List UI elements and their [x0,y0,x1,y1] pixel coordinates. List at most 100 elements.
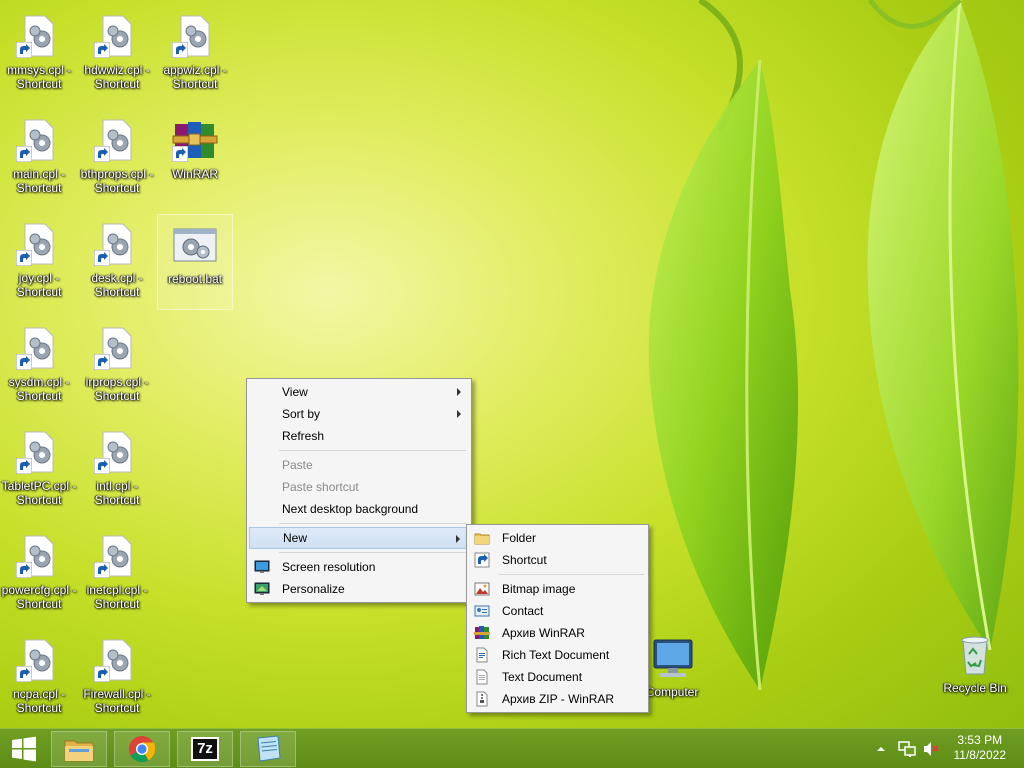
taskbar-notepad[interactable] [240,731,296,767]
icon-label: Firewall.cpl - Shortcut [83,687,151,715]
shortcut-arrow-icon [94,458,110,474]
cpl-file-icon [15,532,63,580]
menu-label: Contact [502,604,544,618]
file-explorer-icon [64,740,94,762]
menu-item-personalize[interactable]: Personalize [249,578,469,600]
submenu-item-zip-archive[interactable]: Архив ZIP - WinRAR [469,688,646,710]
shortcut-arrow-icon [172,146,188,162]
desktop-icon-winrar[interactable]: WinRAR [157,110,233,206]
start-button[interactable] [0,729,48,768]
menu-separator [279,450,467,451]
network-icon[interactable] [898,740,916,758]
menu-separator [499,574,644,575]
show-hidden-icons-chevron-icon[interactable] [876,744,886,754]
menu-label: New [283,531,308,545]
desktop-icon-desk[interactable]: desk.cpl - Shortcut [79,214,155,310]
system-clock[interactable]: 3:53 PM 11/8/2022 [954,733,1007,763]
menu-item-next-desktop-background[interactable]: Next desktop background [249,498,469,520]
desktop-icon-inetcpl[interactable]: inetcpl.cpl - Shortcut [79,526,155,622]
menu-label: Архив ZIP - WinRAR [502,692,615,706]
bitmap-image-icon [474,582,490,596]
icon-label: WinRAR [171,167,218,181]
submenu-arrow-icon [457,410,461,418]
menu-item-sort-by[interactable]: Sort by [249,403,469,425]
folder-icon [474,533,490,545]
submenu-arrow-icon [456,535,460,543]
cpl-file-icon [93,12,141,60]
submenu-item-winrar-archive[interactable]: Архив WinRAR [469,622,646,644]
icon-label: inetcpl.cpl - Shortcut [86,583,148,611]
submenu-item-rich-text-document[interactable]: Rich Text Document [469,644,646,666]
desktop-icon-hdwwiz[interactable]: hdwwiz.cpl - Shortcut [79,6,155,102]
icon-label: hdwwiz.cpl - Shortcut [84,63,150,91]
volume-muted-icon[interactable] [922,740,940,758]
submenu-item-bitmap-image[interactable]: Bitmap image [469,578,646,600]
icon-label: sysdm.cpl - Shortcut [8,375,70,403]
menu-separator [279,552,467,553]
computer-monitor-icon [648,634,696,682]
cpl-file-icon [93,220,141,268]
desktop-context-menu: View Sort by Refresh Paste Paste shortcu… [246,378,472,603]
shortcut-arrow-icon [94,250,110,266]
new-submenu: Folder Shortcut Bitmap image Contact Арх… [466,524,649,713]
taskbar-chrome[interactable] [114,731,170,767]
desktop-icon-bthprops[interactable]: bthprops.cpl - Shortcut [79,110,155,206]
recycle-bin-icon [951,630,999,678]
cpl-file-icon [15,324,63,372]
taskbar-file-explorer[interactable] [51,731,107,767]
batch-file-icon [171,221,219,269]
menu-label: Bitmap image [502,582,576,596]
shortcut-arrow-icon [474,552,490,568]
desktop-icon-reboot-bat[interactable]: reboot.bat [157,214,233,310]
shortcut-arrow-icon [16,458,32,474]
chrome-icon [129,736,156,763]
icon-label: joy.cpl - Shortcut [16,271,62,299]
desktop-icon-firewall[interactable]: Firewall.cpl - Shortcut [79,630,155,726]
notepad-icon [257,735,281,762]
desktop-icon-ncpa[interactable]: ncpa.cpl - Shortcut [1,630,77,726]
desktop-icon-sysdm[interactable]: sysdm.cpl - Shortcut [1,318,77,414]
submenu-item-folder[interactable]: Folder [469,527,646,549]
shortcut-arrow-icon [94,666,110,682]
shortcut-arrow-icon [94,562,110,578]
submenu-item-text-document[interactable]: Text Document [469,666,646,688]
contact-card-icon [474,605,490,617]
shortcut-arrow-icon [16,42,32,58]
menu-item-screen-resolution[interactable]: Screen resolution [249,556,469,578]
cpl-file-icon [93,636,141,684]
rich-text-document-icon [476,647,488,663]
icon-label: irprops.cpl - Shortcut [85,375,149,403]
submenu-arrow-icon [457,388,461,396]
submenu-item-shortcut[interactable]: Shortcut [469,549,646,571]
submenu-item-contact[interactable]: Contact [469,600,646,622]
icon-label: Recycle Bin [943,681,1007,695]
icon-label: mmsys.cpl - Shortcut [7,63,71,91]
desktop-icon-appwiz[interactable]: appwiz.cpl - Shortcut [157,6,233,102]
desktop-icon-powercfg[interactable]: powercfg.cpl - Shortcut [1,526,77,622]
personalize-icon [254,582,270,595]
menu-item-view[interactable]: View [249,381,469,403]
menu-item-refresh[interactable]: Refresh [249,425,469,447]
icon-label: desk.cpl - Shortcut [91,271,143,299]
7zip-icon: 7z [191,737,219,761]
desktop-icon-mmsys[interactable]: mmsys.cpl - Shortcut [1,6,77,102]
menu-item-new[interactable]: New [249,527,469,549]
windows-logo-icon [12,736,36,762]
desktop-icon-tabletpc[interactable]: TabletPC.cpl - Shortcut [1,422,77,518]
desktop-icon-recycle-bin[interactable]: Recycle Bin [937,624,1013,720]
shortcut-arrow-icon [94,146,110,162]
desktop-icon-intl[interactable]: intl.cpl - Shortcut [79,422,155,518]
desktop-icon-joy[interactable]: joy.cpl - Shortcut [1,214,77,310]
menu-item-paste-shortcut[interactable]: Paste shortcut [249,476,469,498]
desktop-icon-main[interactable]: main.cpl - Shortcut [1,110,77,206]
taskbar-7zip[interactable]: 7z [177,731,233,767]
menu-label: Paste [282,458,313,472]
desktop-icon-irprops[interactable]: irprops.cpl - Shortcut [79,318,155,414]
cpl-file-icon [15,12,63,60]
text-document-icon [476,669,488,685]
shortcut-arrow-icon [172,42,188,58]
screen-resolution-icon [254,560,270,573]
cpl-file-icon [15,428,63,476]
menu-item-paste[interactable]: Paste [249,454,469,476]
desktop[interactable]: mmsys.cpl - Shortcut hdwwiz.cpl - Shortc… [0,0,1024,728]
